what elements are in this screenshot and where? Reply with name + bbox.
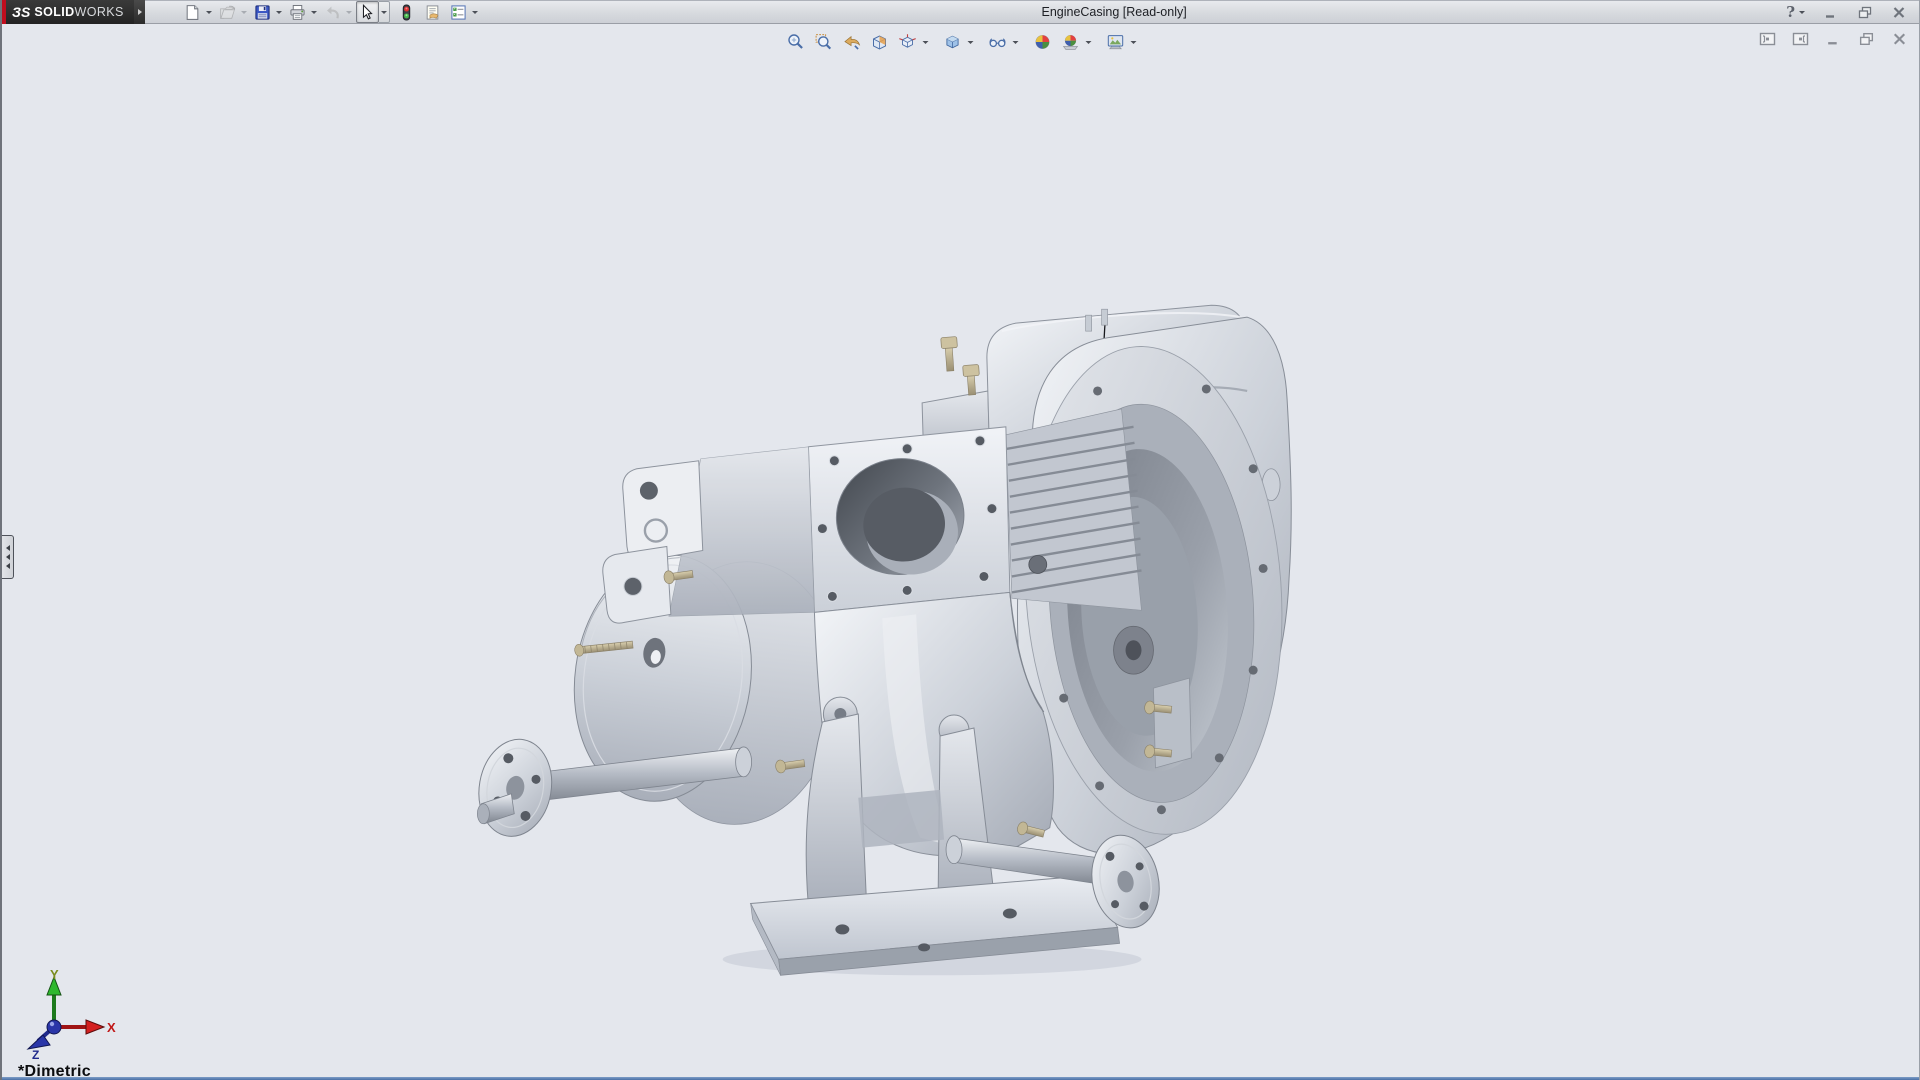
triad-x-axis: X — [54, 1020, 116, 1035]
svg-text:X: X — [107, 1020, 116, 1035]
new-document-icon — [184, 4, 201, 21]
rebuild-button[interactable] — [396, 1, 417, 23]
restore-button[interactable] — [1853, 4, 1877, 20]
solidworks-logo: ЗS SOLIDWORKS — [2, 0, 134, 24]
app-window-controls: ? — [1786, 1, 1919, 23]
options-checklist-icon — [450, 4, 467, 21]
intake-flange-plates[interactable] — [603, 447, 815, 623]
print-icon — [289, 4, 306, 21]
save-dropdown[interactable] — [274, 1, 283, 23]
triad-z-axis: Z — [28, 1020, 61, 1061]
restore-icon — [1857, 6, 1873, 19]
new-document-button[interactable] — [182, 1, 203, 23]
logo-3ds-mark: ЗS — [12, 4, 30, 20]
print-button[interactable] — [287, 1, 308, 23]
file-properties-icon — [424, 4, 441, 21]
solidworks-window: ЗS SOLIDWORKS — [0, 0, 1920, 1080]
select-tool-group — [356, 1, 390, 23]
select-tool-dropdown[interactable] — [379, 1, 390, 23]
engine-casing-3d-model[interactable] — [2, 24, 1920, 1077]
new-document-dropdown[interactable] — [204, 1, 213, 23]
help-dropdown[interactable] — [1797, 1, 1806, 23]
logo-text-works: WORKS — [75, 5, 124, 19]
options-button[interactable] — [448, 1, 469, 23]
save-button[interactable] — [252, 1, 273, 23]
close-icon — [1891, 6, 1907, 19]
undo-dropdown[interactable] — [344, 1, 353, 23]
document-title: EngineCasing [Read-only] — [482, 5, 1786, 19]
close-button[interactable] — [1887, 4, 1911, 20]
svg-text:Z: Z — [32, 1048, 39, 1061]
logo-red-strip — [2, 0, 6, 24]
minimize-icon — [1823, 6, 1839, 19]
traffic-light-icon — [398, 4, 415, 21]
undo-button[interactable] — [322, 1, 343, 23]
logo-text-solid: SOLID — [34, 5, 74, 19]
minimize-button[interactable] — [1819, 4, 1843, 20]
open-button[interactable] — [217, 1, 238, 23]
triad-y-axis: Y — [47, 969, 61, 1027]
graphics-viewport[interactable]: Y X Z *Dimetric — [2, 24, 1919, 1077]
print-dropdown[interactable] — [309, 1, 318, 23]
select-cursor-icon — [359, 4, 376, 21]
fin-hex-plug — [1029, 555, 1047, 573]
menu-expand-arrow[interactable] — [134, 0, 145, 24]
cooling-fins[interactable] — [1006, 409, 1142, 610]
help-button[interactable]: ? — [1786, 1, 1809, 23]
svg-text:Y: Y — [50, 969, 59, 982]
cylinder-flange[interactable] — [808, 427, 1009, 612]
select-tool-button[interactable] — [356, 1, 379, 23]
reference-triad: Y X Z — [12, 969, 122, 1061]
standard-toolbar — [181, 0, 482, 24]
help-question-icon: ? — [1786, 3, 1795, 21]
open-dropdown[interactable] — [239, 1, 248, 23]
open-folder-icon — [219, 4, 236, 21]
file-properties-button[interactable] — [422, 1, 443, 23]
undo-icon — [324, 4, 341, 21]
title-bar: ЗS SOLIDWORKS — [2, 0, 1919, 24]
options-dropdown[interactable] — [470, 1, 479, 23]
save-floppy-icon — [254, 4, 271, 21]
